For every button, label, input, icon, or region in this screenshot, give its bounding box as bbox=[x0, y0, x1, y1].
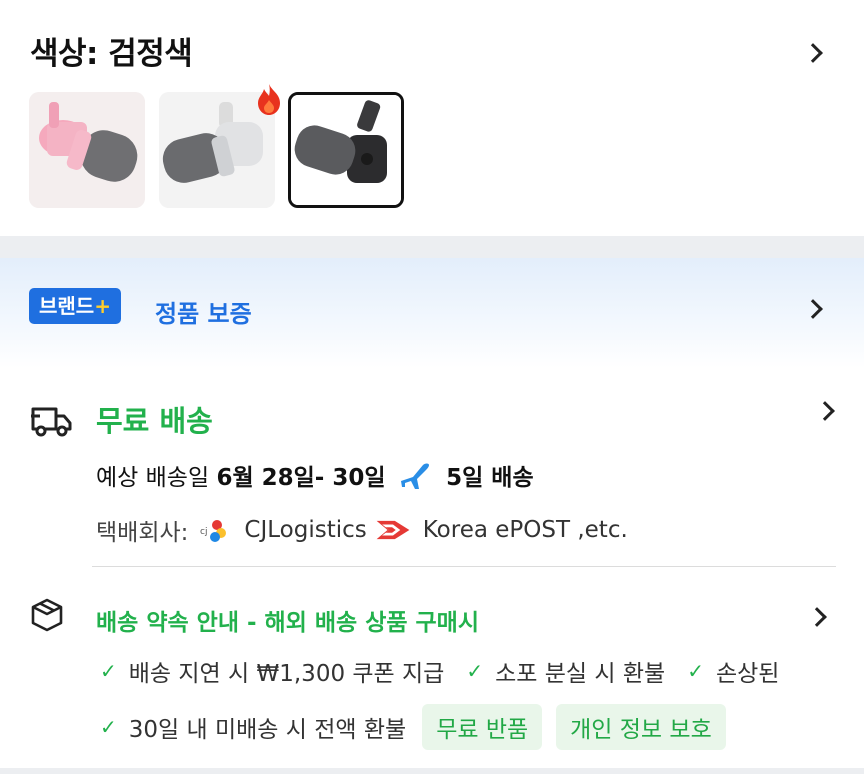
promise-item: ✓ 손상된 bbox=[687, 654, 779, 688]
shipping-section[interactable]: 무료 배송 예상 배송일 6월 28일- 30일 5일 배송 택배회사: cj … bbox=[0, 368, 864, 568]
delivery-promise-title: 배송 약속 안내 - 해외 배송 상품 구매시 bbox=[96, 610, 479, 636]
courier-info: 택배회사: cj CJLogistics Korea ePOST ,etc. bbox=[96, 510, 628, 550]
promise-item-label: 손상된 bbox=[715, 661, 780, 687]
divider-line bbox=[92, 566, 836, 567]
brand-plus-section[interactable]: 브랜드+ 정품 보증 bbox=[0, 258, 864, 368]
promise-item: ✓ 30일 내 미배송 시 전액 환불 bbox=[100, 710, 406, 744]
section-divider-bottom bbox=[0, 768, 864, 774]
check-icon: ✓ bbox=[100, 715, 117, 739]
package-box-icon bbox=[31, 598, 63, 632]
eta-prefix: 예상 배송일 bbox=[96, 465, 210, 491]
check-icon: ✓ bbox=[466, 659, 484, 683]
eta-dates: 6월 28일- 30일 bbox=[216, 465, 386, 491]
eta-days: 5일 배송 bbox=[446, 465, 534, 491]
check-icon: ✓ bbox=[100, 659, 117, 683]
authentic-guarantee-text: 정품 보증 bbox=[155, 300, 252, 328]
chevron-right-icon[interactable] bbox=[803, 299, 823, 319]
korea-post-logo-icon bbox=[372, 510, 413, 550]
free-shipping-title: 무료 배송 bbox=[96, 404, 213, 438]
airplane-icon bbox=[400, 463, 429, 489]
courier-cj: CJLogistics bbox=[244, 517, 367, 543]
check-icon: ✓ bbox=[687, 659, 704, 683]
chevron-right-icon[interactable] bbox=[815, 401, 835, 421]
section-divider bbox=[0, 236, 864, 258]
estimated-delivery: 예상 배송일 6월 28일- 30일 5일 배송 bbox=[96, 458, 534, 492]
color-option-black[interactable] bbox=[288, 92, 404, 208]
promise-row-1: ✓ 배송 지연 시 ₩1,300 쿠폰 지급 ✓ 소포 분실 시 환불 ✓ 손상… bbox=[100, 654, 801, 688]
color-option-pink[interactable] bbox=[29, 92, 145, 208]
chevron-right-icon[interactable] bbox=[807, 607, 827, 627]
chevron-right-icon[interactable] bbox=[803, 43, 823, 63]
promise-item: ✓ 배송 지연 시 ₩1,300 쿠폰 지급 bbox=[100, 654, 444, 688]
courier-label: 택배회사: bbox=[96, 520, 189, 546]
promise-item-label: 배송 지연 시 ₩1,300 쿠폰 지급 bbox=[128, 661, 445, 687]
delivery-promise-section[interactable]: 배송 약속 안내 - 해외 배송 상품 구매시 ✓ 배송 지연 시 ₩1,300… bbox=[0, 568, 864, 774]
black-mic-image bbox=[291, 95, 401, 205]
color-title: 색상: 검정색 bbox=[30, 36, 193, 72]
cj-logistics-logo-icon: cj bbox=[194, 510, 235, 550]
truck-icon bbox=[31, 407, 72, 437]
pink-mic-image bbox=[29, 92, 145, 208]
color-section: 색상: 검정색 bbox=[0, 0, 864, 236]
free-return-badge: 무료 반품 bbox=[422, 704, 543, 750]
brand-plus-badge: 브랜드+ bbox=[29, 288, 121, 324]
promise-item: ✓ 소포 분실 시 환불 bbox=[466, 654, 665, 688]
brand-badge-plus: + bbox=[94, 294, 111, 318]
privacy-protection-badge: 개인 정보 보호 bbox=[556, 704, 726, 750]
promise-item-label: 30일 내 미배송 시 전액 환불 bbox=[128, 717, 407, 743]
promise-item-label: 소포 분실 시 환불 bbox=[495, 661, 666, 687]
brand-badge-label: 브랜드 bbox=[39, 294, 95, 318]
promise-row-2: ✓ 30일 내 미배송 시 전액 환불 무료 반품 개인 정보 보호 bbox=[100, 704, 726, 750]
courier-korea-post: Korea ePOST ,etc. bbox=[422, 517, 628, 543]
svg-text:cj: cj bbox=[200, 527, 207, 537]
hot-fire-icon bbox=[254, 82, 284, 116]
